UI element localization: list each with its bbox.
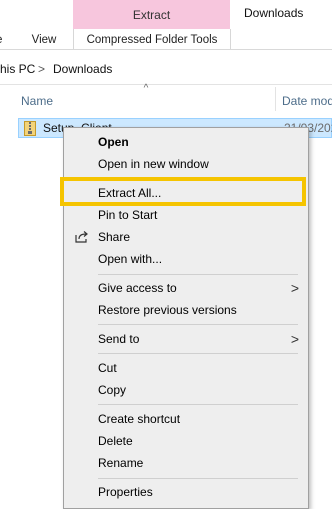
menu-item-restore-previous-versions[interactable]: Restore previous versions (64, 299, 308, 321)
sort-ascending-icon: ^ (143, 83, 149, 94)
menu-separator (98, 324, 298, 325)
tab-view[interactable]: View (22, 29, 66, 50)
ribbon: e View Extract Compressed Folder Tools D… (0, 0, 332, 50)
ribbon-tab-partial[interactable]: e (0, 29, 6, 50)
menu-item-open-with[interactable]: Open with... (64, 248, 308, 270)
share-icon (75, 231, 88, 243)
breadcrumb-downloads[interactable]: Downloads (53, 55, 112, 83)
menu-item-send-to[interactable]: Send to > (64, 328, 308, 350)
menu-item-cut[interactable]: Cut (64, 357, 308, 379)
address-divider (0, 84, 332, 85)
menu-item-share[interactable]: Share (64, 226, 308, 248)
menu-item-properties[interactable]: Properties (64, 481, 308, 503)
breadcrumb-separator-icon[interactable]: > (38, 55, 45, 83)
menu-separator (98, 404, 298, 405)
menu-item-pin-to-start[interactable]: Pin to Start (64, 204, 308, 226)
tab-compressed-folder-tools[interactable]: Compressed Folder Tools (73, 29, 231, 50)
compressed-folder-tools-group: Extract Compressed Folder Tools (73, 0, 231, 50)
menu-separator (98, 478, 298, 479)
column-divider[interactable] (275, 87, 276, 111)
tab-extract[interactable]: Extract (73, 0, 230, 29)
menu-item-give-access-to[interactable]: Give access to > (64, 277, 308, 299)
menu-separator (98, 274, 298, 275)
column-header-name[interactable]: Name (21, 92, 53, 110)
column-header-date-modified[interactable]: Date modified (282, 92, 332, 110)
menu-item-create-shortcut[interactable]: Create shortcut (64, 408, 308, 430)
menu-item-copy[interactable]: Copy (64, 379, 308, 401)
menu-item-open[interactable]: Open (64, 131, 308, 153)
window-title: Downloads (244, 6, 304, 20)
zip-folder-icon (24, 121, 36, 136)
address-bar[interactable]: his PC > Downloads (0, 55, 332, 83)
submenu-arrow-icon: > (290, 280, 299, 296)
menu-item-open-new-window[interactable]: Open in new window (64, 153, 308, 175)
menu-item-delete[interactable]: Delete (64, 430, 308, 452)
menu-separator (98, 353, 298, 354)
extract-all-highlight (60, 177, 306, 206)
breadcrumb-this-pc[interactable]: his PC (0, 55, 35, 83)
menu-item-rename[interactable]: Rename (64, 452, 308, 474)
submenu-arrow-icon: > (290, 331, 299, 347)
ribbon-divider (0, 49, 332, 50)
